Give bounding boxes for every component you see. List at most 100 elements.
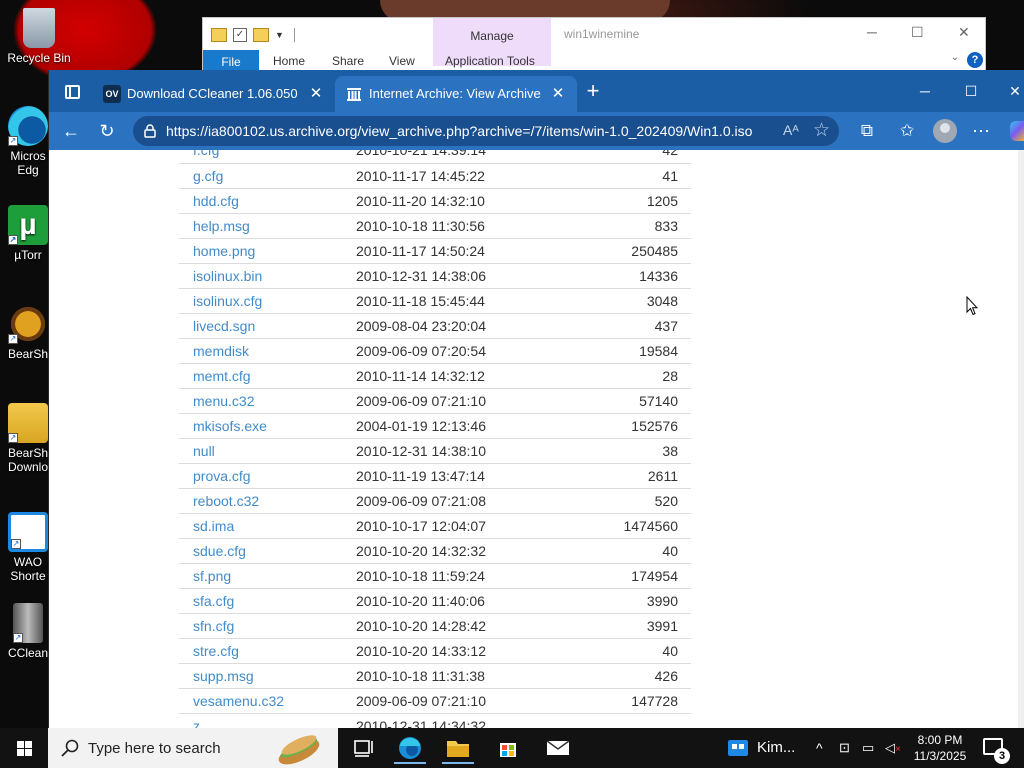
lock-icon[interactable] [143, 124, 157, 138]
file-link[interactable]: sdue.cfg [193, 543, 246, 559]
bear-folder-icon: ↗ [8, 403, 48, 443]
file-link[interactable]: sd.ima [193, 518, 234, 534]
file-link[interactable]: memt.cfg [193, 368, 251, 384]
ribbon-tab-share[interactable]: Share [332, 54, 364, 68]
tray-app-label[interactable]: Kim... [757, 739, 795, 756]
table-row: g.cfg 2010-11-17 14:45:22 41 [179, 163, 691, 188]
refresh-icon[interactable]: ↻ [95, 119, 119, 143]
search-highlight-sandwich-icon [278, 735, 320, 765]
file-link[interactable]: help.msg [193, 218, 250, 234]
new-tab-icon[interactable]: + [581, 80, 605, 104]
table-row: mkisofs.exe 2004-01-19 12:13:46 152576 [179, 413, 691, 438]
new-folder-icon[interactable] [253, 28, 269, 42]
start-button[interactable] [0, 728, 48, 768]
network-icon[interactable]: ▭ [862, 740, 874, 756]
toolbar-separator [293, 28, 295, 42]
show-hidden-icons-icon[interactable]: ^ [816, 740, 823, 756]
help-icon[interactable]: ? [967, 52, 983, 68]
meet-now-icon[interactable]: ⊡ [839, 740, 850, 756]
page-scrollbar[interactable] [1018, 150, 1024, 730]
taskbar-clock[interactable]: 8:00 PM 11/3/2025 [910, 732, 970, 764]
file-link[interactable]: home.png [193, 243, 255, 259]
tab-ccleaner[interactable]: OV Download CCleaner 1.06.050 for W ✕ [93, 76, 335, 112]
ribbon-tab-application-tools[interactable]: Application Tools [445, 54, 535, 68]
file-link[interactable]: mkisofs.exe [193, 418, 267, 434]
add-favorite-icon[interactable]: ☆ [813, 119, 830, 142]
file-link[interactable]: hdd.cfg [193, 193, 239, 209]
ribbon-tab-view[interactable]: View [389, 54, 415, 68]
edge-taskbar-icon[interactable] [390, 732, 430, 764]
file-link[interactable]: f.cfg [193, 150, 219, 158]
minimize-icon[interactable]: ─ [867, 24, 877, 40]
shortcut-arrow-icon: ↗ [8, 235, 18, 245]
page-content: f.cfg 2010-10-21 14:39:14 42 g.cfg 2010-11-1… [55, 150, 1019, 730]
task-view-icon[interactable] [344, 732, 384, 764]
file-link[interactable]: isolinux.cfg [193, 293, 262, 309]
close-tab-icon[interactable]: ✕ [547, 83, 569, 105]
tray-app-icon[interactable] [718, 732, 758, 764]
file-link[interactable]: isolinux.bin [193, 268, 262, 284]
tab-actions-button[interactable] [57, 80, 85, 104]
close-icon[interactable]: ✕ [1003, 80, 1024, 102]
file-link[interactable]: memdisk [193, 343, 249, 359]
file-link[interactable]: menu.c32 [193, 393, 254, 409]
file-name-cell: sfn.cfg [179, 613, 356, 638]
profile-avatar-icon[interactable] [933, 119, 957, 143]
search-placeholder: Type here to search [88, 740, 221, 757]
mail-taskbar-icon[interactable] [538, 732, 578, 764]
close-tab-icon[interactable]: ✕ [305, 83, 327, 105]
ribbon-expand-icon[interactable]: ⌄ [951, 52, 959, 63]
back-icon[interactable]: ← [59, 119, 83, 143]
restore-icon[interactable]: ☐ [959, 80, 983, 102]
file-link[interactable]: g.cfg [193, 168, 223, 184]
file-link[interactable]: sfa.cfg [193, 593, 234, 609]
file-name-cell: mkisofs.exe [179, 413, 356, 438]
file-date-cell: 2004-01-19 12:13:46 [356, 417, 486, 434]
bear-icon: ↗ [8, 304, 48, 344]
file-size-cell: 1474560 [623, 517, 678, 534]
properties-icon[interactable]: ✓ [233, 28, 247, 42]
extensions-icon[interactable]: ⧉ [855, 119, 879, 143]
file-link[interactable]: null [193, 443, 215, 459]
file-size-cell: 14336 [639, 267, 678, 284]
read-aloud-icon[interactable]: Aᴬ [783, 122, 799, 138]
close-icon[interactable]: ✕ [958, 24, 970, 41]
file-link[interactable]: supp.msg [193, 668, 254, 684]
file-name-cell: home.png [179, 238, 356, 263]
file-size-cell: 2611 [647, 467, 678, 484]
file-size-cell: 426 [654, 667, 678, 684]
url-text[interactable]: https://ia800102.us.archive.org/view_arc… [166, 123, 752, 139]
file-date-cell: 2010-12-31 14:38:06 [356, 267, 486, 284]
file-link[interactable]: vesamenu.c32 [193, 693, 284, 709]
file-date-cell: 2010-10-20 14:32:32 [356, 542, 486, 559]
table-row: prova.cfg 2010-11-19 13:47:14 2611 [179, 463, 691, 488]
address-bar[interactable]: https://ia800102.us.archive.org/view_arc… [133, 116, 839, 146]
more-menu-icon[interactable]: ⋯ [969, 119, 993, 143]
file-link[interactable]: sf.png [193, 568, 231, 584]
file-name-cell: sd.ima [179, 513, 356, 538]
tab-internet-archive[interactable]: Internet Archive: View Archive ✕ [335, 76, 577, 112]
maximize-icon[interactable]: ☐ [911, 24, 924, 41]
ribbon-tab-home[interactable]: Home [273, 54, 305, 68]
table-row: hdd.cfg 2010-11-20 14:32:10 1205 [179, 188, 691, 213]
customize-dropdown-icon[interactable]: ▼ [275, 30, 284, 40]
file-link[interactable]: prova.cfg [193, 468, 251, 484]
minimize-icon[interactable]: ─ [913, 80, 937, 102]
volume-muted-icon[interactable]: ◁× [885, 740, 901, 756]
taskbar-search-box[interactable]: Type here to search [48, 728, 338, 768]
file-link[interactable]: sfn.cfg [193, 618, 234, 634]
file-explorer-taskbar-icon[interactable] [438, 732, 478, 764]
store-taskbar-icon[interactable] [488, 732, 528, 764]
file-size-cell: 1205 [646, 192, 678, 209]
file-link[interactable]: livecd.sgn [193, 318, 255, 334]
copilot-icon[interactable] [1010, 121, 1024, 141]
archive-favicon-icon [345, 85, 363, 103]
file-link[interactable]: stre.cfg [193, 643, 239, 659]
table-row: menu.c32 2009-06-09 07:21:10 57140 [179, 388, 691, 413]
favorites-icon[interactable]: ✩ [895, 119, 919, 143]
table-row: null 2010-12-31 14:38:10 38 [179, 438, 691, 463]
ov-favicon-icon: OV [103, 85, 121, 103]
file-link[interactable]: reboot.c32 [193, 493, 259, 509]
desktop-icon-recycle-bin[interactable]: Recycle Bin [6, 8, 72, 65]
file-date-cell: 2009-06-09 07:20:54 [356, 342, 486, 359]
